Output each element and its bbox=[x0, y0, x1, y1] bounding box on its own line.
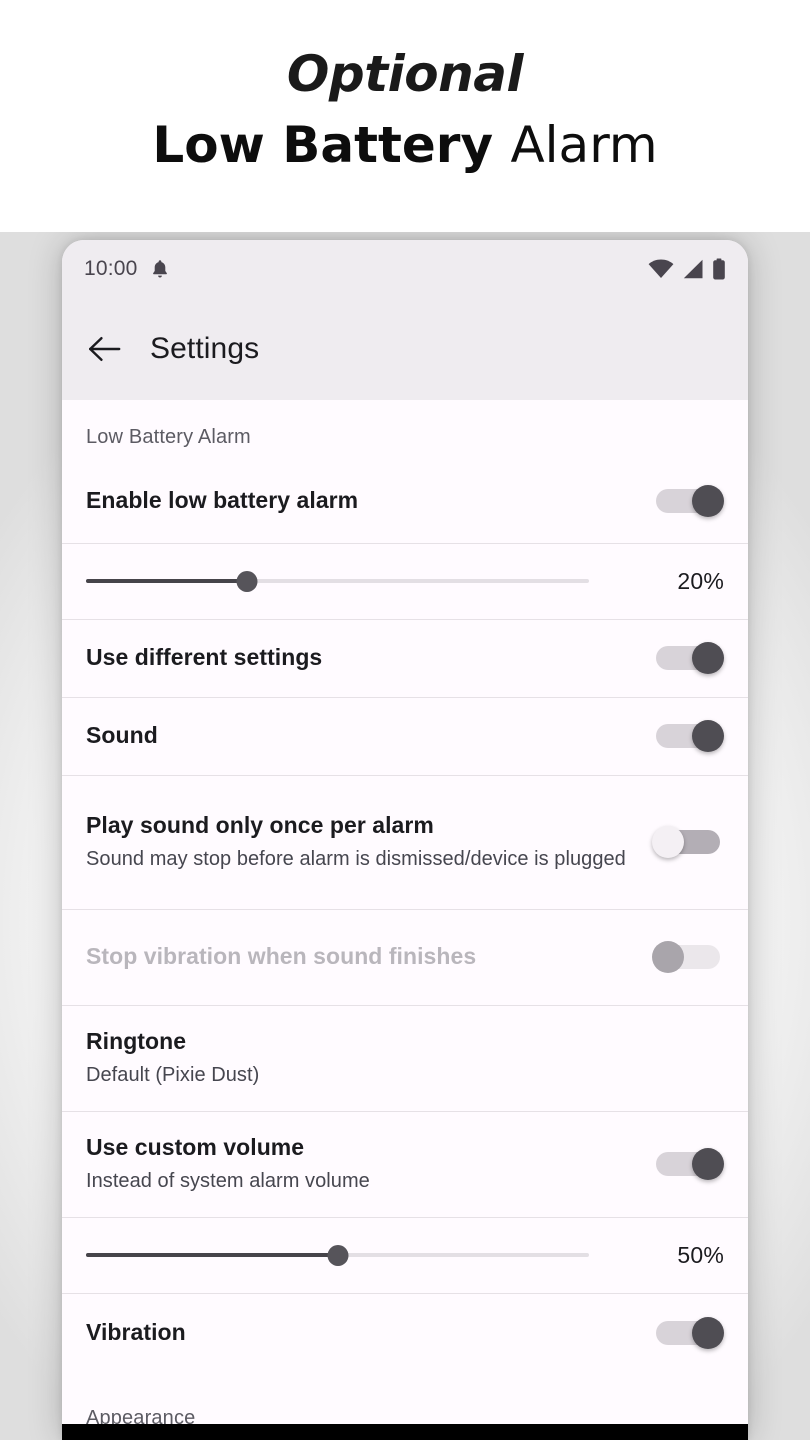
status-bar-left: 10:00 bbox=[84, 257, 170, 281]
row-title: Stop vibration when sound finishes bbox=[86, 943, 477, 970]
row-title: Use different settings bbox=[86, 644, 323, 671]
row-subtitle: Sound may stop before alarm is dismissed… bbox=[86, 847, 626, 870]
promo-title-main: Low Battery Alarm bbox=[152, 115, 658, 174]
section-header-low-battery-alarm: Low Battery Alarm bbox=[62, 400, 748, 459]
toggle-thumb bbox=[652, 941, 684, 973]
settings-list: Low Battery Alarm Enable low battery ala… bbox=[62, 400, 748, 1440]
row-subtitle: Default (Pixie Dust) bbox=[86, 1063, 260, 1086]
row-text-block: Use different settings bbox=[86, 643, 652, 672]
battery-level-slider[interactable] bbox=[86, 565, 589, 597]
status-bar: 10:00 bbox=[62, 240, 748, 298]
toggle-enable-low-battery-alarm[interactable] bbox=[652, 481, 724, 521]
row-title: Sound bbox=[86, 722, 158, 749]
status-bar-clock: 10:00 bbox=[84, 257, 138, 280]
row-title: Enable low battery alarm bbox=[86, 487, 359, 514]
row-stop-vibration-when-sound-finishes: Stop vibration when sound finishes bbox=[62, 909, 748, 1005]
row-text-block: Enable low battery alarm bbox=[86, 486, 652, 515]
row-text-block: Sound bbox=[86, 721, 652, 750]
row-enable-low-battery-alarm[interactable]: Enable low battery alarm bbox=[62, 459, 748, 543]
toggle-sound[interactable] bbox=[652, 716, 724, 756]
system-navigation-bar bbox=[62, 1424, 748, 1440]
page-title: Settings bbox=[150, 332, 260, 365]
bell-icon bbox=[150, 258, 170, 280]
row-subtitle: Instead of system alarm volume bbox=[86, 1169, 370, 1192]
row-volume-slider[interactable]: 50% bbox=[62, 1217, 748, 1293]
back-arrow-icon[interactable] bbox=[86, 330, 124, 368]
row-text-block: Ringtone Default (Pixie Dust) bbox=[86, 1027, 724, 1089]
row-use-custom-volume[interactable]: Use custom volume Instead of system alar… bbox=[62, 1111, 748, 1217]
row-title: Play sound only once per alarm bbox=[86, 812, 434, 839]
wifi-icon bbox=[648, 259, 674, 279]
row-text-block: Stop vibration when sound finishes bbox=[86, 942, 652, 971]
toggle-use-custom-volume[interactable] bbox=[652, 1144, 724, 1184]
row-text-block: Use custom volume Instead of system alar… bbox=[86, 1133, 652, 1195]
slider-track-fill bbox=[86, 1253, 338, 1257]
battery-level-value: 20% bbox=[677, 567, 724, 594]
row-use-different-settings[interactable]: Use different settings bbox=[62, 619, 748, 697]
row-battery-level-slider[interactable]: 20% bbox=[62, 543, 748, 619]
promo-title-optional: Optional bbox=[286, 45, 524, 103]
toggle-stop-vibration bbox=[652, 937, 724, 977]
app-bar: Settings bbox=[62, 298, 748, 400]
toggle-thumb bbox=[652, 826, 684, 858]
phone-device-frame: 10:00 Settings Low Battery Alarm Enable … bbox=[62, 240, 748, 1440]
row-text-block: Vibration bbox=[86, 1318, 652, 1347]
row-title: Use custom volume bbox=[86, 1134, 305, 1161]
row-vibration[interactable]: Vibration bbox=[62, 1293, 748, 1373]
slider-knob[interactable] bbox=[327, 1245, 348, 1266]
cellular-signal-icon bbox=[682, 259, 704, 279]
row-play-sound-once[interactable]: Play sound only once per alarm Sound may… bbox=[62, 775, 748, 909]
promo-title-light-part: Alarm bbox=[510, 115, 658, 174]
toggle-thumb bbox=[692, 642, 724, 674]
slider-knob[interactable] bbox=[236, 571, 258, 592]
promo-title-bold-part: Low Battery bbox=[152, 115, 511, 174]
toggle-use-different-settings[interactable] bbox=[652, 638, 724, 678]
promo-banner: Optional Low Battery Alarm bbox=[0, 0, 810, 232]
toggle-play-sound-once[interactable] bbox=[652, 822, 724, 862]
slider-track-fill bbox=[86, 579, 247, 583]
row-ringtone[interactable]: Ringtone Default (Pixie Dust) bbox=[62, 1005, 748, 1111]
toggle-thumb bbox=[692, 720, 724, 752]
toggle-thumb bbox=[692, 485, 724, 517]
custom-volume-value: 50% bbox=[677, 1241, 724, 1268]
custom-volume-slider[interactable] bbox=[86, 1239, 589, 1271]
toggle-thumb bbox=[692, 1317, 724, 1349]
toggle-vibration[interactable] bbox=[652, 1313, 724, 1353]
row-text-block: Play sound only once per alarm Sound may… bbox=[86, 811, 652, 873]
row-sound[interactable]: Sound bbox=[62, 697, 748, 775]
row-title: Ringtone bbox=[86, 1028, 187, 1055]
battery-full-icon bbox=[712, 258, 726, 280]
status-bar-right bbox=[648, 258, 726, 280]
row-title: Vibration bbox=[86, 1319, 186, 1346]
toggle-thumb bbox=[692, 1148, 724, 1180]
